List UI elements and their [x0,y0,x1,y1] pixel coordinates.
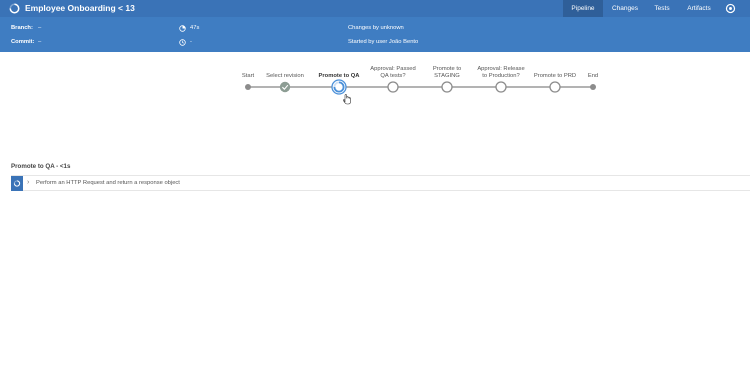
changes-text: Changes by unknown [348,25,404,31]
commit-value: – [38,39,42,45]
branch-value: – [38,25,42,31]
step-status-indicator [11,176,23,191]
stage-label-select-revision[interactable]: Select revision [255,73,315,80]
stage-label-approval-production[interactable]: Approval: Release to Production? [471,66,531,79]
top-bar: Employee Onboarding < 13 Pipeline Change… [0,0,750,17]
logout-icon[interactable] [725,3,736,14]
stage-node-promote-to-staging[interactable] [441,81,453,93]
stage-node-promote-to-prd[interactable] [549,81,561,93]
tab-tests[interactable]: Tests [646,0,678,17]
tab-label: Artifacts [687,5,711,12]
running-spinner-icon [9,3,20,14]
duration-value: 47s [190,25,200,31]
stage-node-approval-qa[interactable] [387,81,399,93]
stage-label-approval-qa[interactable]: Approval: Passed QA tests? [363,66,423,79]
tab-label: Pipeline [571,5,595,12]
tab-pipeline[interactable]: Pipeline [563,0,603,17]
started-by-text: Started by user João Bento [348,39,419,45]
tab-label: Tests [654,5,670,12]
step-section-title: Promote to QA - <1s [11,163,71,170]
stage-node-approval-production[interactable] [495,81,507,93]
tab-label: Changes [611,5,639,12]
commit-label: Commit: [11,39,35,45]
started-value: - [190,39,192,45]
hand-cursor-icon [343,94,351,105]
page-title[interactable]: Employee Onboarding < 13 [25,2,135,14]
clock-icon [179,39,186,46]
stage-label-end: End [587,73,599,79]
step-text: Perform an HTTP Request and return a res… [36,180,180,186]
stage-node-select-revision[interactable] [279,81,291,93]
stage-node-promote-to-qa[interactable] [331,79,347,95]
tab-changes[interactable]: Changes [607,0,643,17]
tab-artifacts[interactable]: Artifacts [681,0,717,17]
branch-label: Branch: [11,25,33,31]
stage-label-promote-to-qa[interactable]: Promote to QA [309,73,369,80]
duration-icon [179,25,186,32]
running-spinner-icon [13,180,21,187]
run-details: Branch: – Commit: – 47s - Changes by unk… [0,17,750,52]
start-node [245,84,251,90]
stage-label-promote-to-staging[interactable]: Promote to STAGING [417,66,477,79]
step-row[interactable]: › Perform an HTTP Request and return a r… [11,175,750,191]
chevron-right-icon[interactable]: › [27,179,29,186]
end-node [590,84,596,90]
pipeline-graph: Start Select revision Promote to QA Appr… [0,52,750,152]
